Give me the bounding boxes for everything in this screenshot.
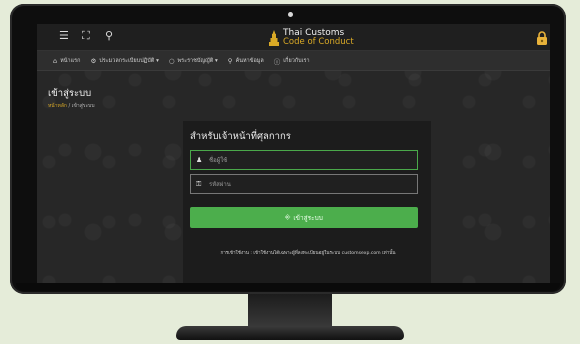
home-icon: ⌂ (53, 56, 58, 65)
info-icon: ⓘ (273, 57, 281, 66)
search-icon: ⚲ (227, 56, 233, 65)
nav-item-regulations[interactable]: ⚙ ประมวลกระเบียบปฏิบัติ ▾ (90, 57, 158, 65)
customs-emblem-icon (269, 30, 279, 46)
key-icon: ⚿ (196, 180, 202, 188)
page-title: เข้าสู่ระบบ (48, 88, 92, 99)
nav-label: พระราชบัญญัติ ▾ (177, 57, 218, 64)
nav-item-about[interactable]: ⓘ เกี่ยวกับเรา (274, 56, 310, 66)
username-input[interactable] (209, 153, 409, 167)
main-nav: ⌂ หน้าแรก ⚙ ประมวลกระเบียบปฏิบัติ ▾ ○ พร… (37, 51, 550, 71)
breadcrumb-separator: / (68, 103, 71, 109)
nav-item-search[interactable]: ⚲ ค้นหาข้อมูล (228, 57, 264, 65)
login-card: สำหรับเจ้าหน้าที่ศุลกากร ♟ ⚿ ⎆ เข้าสู่ระ… (183, 121, 431, 283)
monitor-stand-base (176, 326, 404, 340)
username-field[interactable]: ♟ (190, 150, 418, 170)
nav-item-home[interactable]: ⌂ หน้าแรก (53, 57, 80, 65)
monitor-screen: ☰ ⛶ ⚲ Thai Customs Code of Conduct ⌂ หน้… (37, 24, 550, 283)
nav-label: ประมวลกระเบียบปฏิบัติ ▾ (99, 57, 159, 64)
breadcrumb-home-link[interactable]: หน้าหลัก (48, 103, 67, 109)
search-icon[interactable]: ⚲ (105, 30, 113, 42)
circle-icon: ○ (168, 56, 175, 65)
hamburger-menu-icon[interactable]: ☰ (59, 30, 69, 42)
password-field[interactable]: ⚿ (190, 174, 418, 194)
monitor-chin (16, 283, 560, 291)
nav-label: เกี่ยวกับเรา (283, 57, 310, 64)
login-button-label: เข้าสู่ระบบ (293, 213, 323, 222)
login-button[interactable]: ⎆ เข้าสู่ระบบ (190, 207, 418, 228)
login-terms-note: การเข้าใช้งาน : เข้าใช้งานได้เฉพาะผู้ที่… (220, 251, 396, 256)
brand-logo-link[interactable]: Thai Customs Code of Conduct (269, 27, 354, 49)
nav-label: ค้นหาข้อมูล (235, 57, 264, 64)
breadcrumb: หน้าหลัก / เข้าสู่ระบบ (48, 102, 95, 110)
top-bar: ☰ ⛶ ⚲ Thai Customs Code of Conduct (37, 24, 550, 51)
login-title: สำหรับเจ้าหน้าที่ศุลกากร (190, 131, 291, 142)
breadcrumb-current: เข้าสู่ระบบ (71, 103, 95, 109)
lock-icon: ⎆ (285, 213, 291, 221)
monitor-stand-neck (248, 294, 332, 328)
nav-label: หน้าแรก (60, 57, 81, 64)
webcam-dot (288, 12, 293, 17)
nav-item-acts[interactable]: ○ พระราชบัญญัติ ▾ (169, 57, 218, 65)
password-input[interactable] (209, 177, 409, 191)
fullscreen-icon[interactable]: ⛶ (82, 30, 90, 42)
lock-icon[interactable] (536, 30, 548, 45)
brand-subtitle: Code of Conduct (283, 37, 354, 47)
user-icon: ♟ (196, 156, 203, 164)
gear-icon: ⚙ (90, 56, 97, 65)
